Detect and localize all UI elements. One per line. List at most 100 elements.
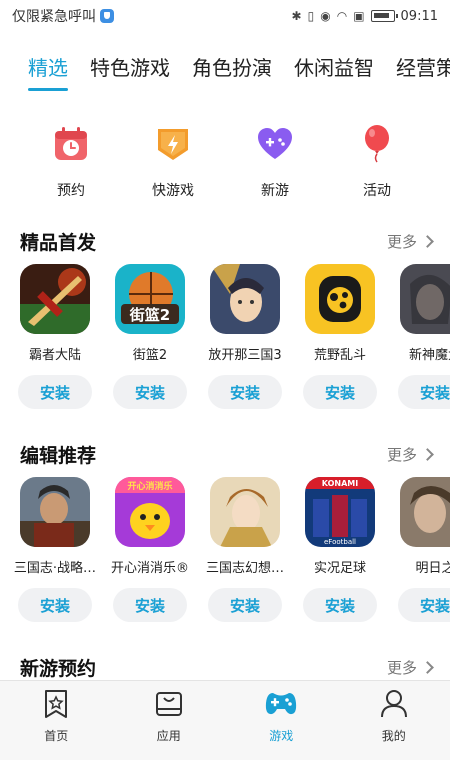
app-card[interactable]: 三国志幻想… 安装: [205, 477, 285, 622]
quick-entries: 预约 快游戏 新游 活动: [0, 124, 450, 204]
heart-gamepad-icon: [255, 124, 295, 164]
app-card[interactable]: 放开那三国3 安装: [205, 264, 285, 409]
nav-me[interactable]: 我的: [338, 681, 450, 760]
app-card[interactable]: 霸者大陆 安装: [15, 264, 95, 409]
person-icon: [380, 689, 408, 723]
more-label: 更多: [386, 232, 417, 251]
tab-casual-puzzle[interactable]: 休闲益智: [294, 44, 374, 81]
install-button[interactable]: 安装: [113, 588, 187, 622]
install-button[interactable]: 安装: [208, 375, 282, 409]
sim-alert-icon: ▣: [353, 9, 365, 23]
app-card[interactable]: 荒野乱斗 安装: [300, 264, 380, 409]
app-icon-fangkai-sanguo[interactable]: [210, 264, 280, 334]
install-button[interactable]: 安装: [18, 588, 92, 622]
status-bar: 仅限紧急呼叫 ✱ ▯ ◉ ◠ ▣ 09:11: [0, 0, 450, 32]
eye-comfort-icon: ◉: [320, 9, 331, 23]
app-row-premiere: 霸者大陆 安装 街篮2 街篮2 安装 放开那三国3 安装 荒野乱斗 安装 新神魔…: [0, 264, 450, 414]
app-icon-sanguozhi-huanxiang[interactable]: [210, 477, 280, 547]
app-icon-efootball[interactable]: KONAMI eFootball: [305, 477, 375, 547]
quick-label: 快游戏: [152, 183, 194, 199]
quick-label: 新游: [261, 183, 289, 199]
app-card[interactable]: KONAMI eFootball 实况足球 安装: [300, 477, 380, 622]
chevron-right-icon: [421, 660, 434, 674]
bottom-navigation: 首页 应用 游戏 我的: [0, 680, 450, 760]
quick-item-new-games[interactable]: 新游: [224, 124, 326, 204]
quick-label: 预约: [57, 183, 85, 199]
app-icon-xinshenmo[interactable]: [400, 264, 450, 334]
app-row-editor-picks: 三国志·战略… 安装 开心消消乐 开心消消乐® 安装 三国志幻想… 安装 KON…: [0, 477, 450, 627]
efootball-logo-text: eFootball: [324, 538, 356, 546]
more-label: 更多: [386, 445, 417, 464]
app-name: 实况足球: [313, 561, 366, 576]
home-star-icon: [43, 689, 69, 723]
app-name: 开心消消乐®: [110, 561, 189, 576]
quick-item-reserve[interactable]: 预约: [20, 124, 122, 204]
app-name: 三国志幻想…: [205, 561, 284, 576]
section-header-new-reserve: 新游预约 更多: [20, 652, 434, 682]
app-name: 明日之: [415, 561, 450, 576]
app-icon-brawl-stars[interactable]: [305, 264, 375, 334]
app-icon-sanguozhi-zhanlue[interactable]: [20, 477, 90, 547]
chevron-right-icon: [421, 447, 434, 461]
tab-management[interactable]: 经营策: [396, 44, 450, 81]
quick-item-quick-games[interactable]: 快游戏: [122, 124, 224, 204]
app-card[interactable]: 街篮2 街篮2 安装: [110, 264, 190, 409]
section-header-editor-picks: 编辑推荐 更多: [20, 439, 434, 469]
category-tabs: 精选 特色游戏 角色扮演 休闲益智 经营策: [0, 44, 450, 94]
app-icon-jielan2[interactable]: 街篮2: [115, 264, 185, 334]
gamepad-icon: [265, 689, 297, 723]
app-card[interactable]: 明日之 安装: [395, 477, 450, 622]
more-link[interactable]: 更多: [386, 231, 434, 252]
app-name: 荒野乱斗: [313, 348, 366, 363]
vibrate-icon: ▯: [307, 9, 315, 23]
tab-featured[interactable]: 精选: [28, 44, 68, 91]
nav-apps[interactable]: 应用: [113, 681, 226, 760]
section-header-premiere: 精品首发 更多: [20, 226, 434, 256]
nav-home[interactable]: 首页: [0, 681, 113, 760]
install-button[interactable]: 安装: [208, 588, 282, 622]
app-name: 街篮2: [132, 348, 168, 363]
app-bag-icon: [154, 689, 184, 723]
app-icon-mingri-zhihou[interactable]: [400, 477, 450, 547]
install-button[interactable]: 安装: [303, 588, 377, 622]
bluetooth-icon: ✱: [291, 9, 302, 23]
install-button[interactable]: 安装: [398, 375, 450, 409]
battery-icon: [370, 10, 398, 22]
xiaoxiao-logo-text: 开心消消乐: [127, 480, 172, 492]
quick-item-events[interactable]: 活动: [326, 124, 428, 204]
wifi-icon: ◠: [336, 9, 348, 23]
carrier-text: 仅限紧急呼叫: [12, 9, 96, 25]
more-label: 更多: [386, 658, 417, 677]
section-title: 新游预约: [20, 657, 97, 680]
nav-label: 应用: [156, 729, 181, 743]
app-card[interactable]: 开心消消乐 开心消消乐® 安装: [110, 477, 190, 622]
lightning-badge-icon: [153, 124, 193, 164]
app-name: 新神魔大: [408, 348, 450, 363]
calendar-clock-icon: [51, 124, 91, 164]
more-link[interactable]: 更多: [386, 657, 434, 678]
nav-games[interactable]: 游戏: [225, 681, 338, 760]
app-card[interactable]: 新神魔大 安装: [395, 264, 450, 409]
install-button[interactable]: 安装: [18, 375, 92, 409]
konami-logo-text: KONAMI: [322, 479, 358, 488]
jielan-logo-text: 街篮2: [129, 306, 170, 324]
nav-label: 游戏: [269, 729, 294, 743]
app-icon-bazhe[interactable]: [20, 264, 90, 334]
app-name: 霸者大陆: [28, 348, 81, 363]
app-card[interactable]: 三国志·战略… 安装: [14, 477, 96, 622]
app-icon-kaixin-xiaoxiaole[interactable]: 开心消消乐: [115, 477, 185, 547]
tab-special-games[interactable]: 特色游戏: [90, 44, 170, 81]
security-shield-icon: [100, 9, 114, 23]
chevron-right-icon: [421, 234, 434, 248]
section-title: 精品首发: [20, 231, 97, 254]
more-link[interactable]: 更多: [386, 444, 434, 465]
clock-time: 09:11: [400, 8, 438, 24]
install-button[interactable]: 安装: [113, 375, 187, 409]
balloon-icon: [357, 124, 397, 164]
install-button[interactable]: 安装: [303, 375, 377, 409]
section-title: 编辑推荐: [20, 444, 97, 467]
nav-label: 首页: [44, 729, 69, 743]
quick-label: 活动: [363, 183, 391, 199]
install-button[interactable]: 安装: [398, 588, 450, 622]
tab-rpg[interactable]: 角色扮演: [192, 44, 272, 81]
